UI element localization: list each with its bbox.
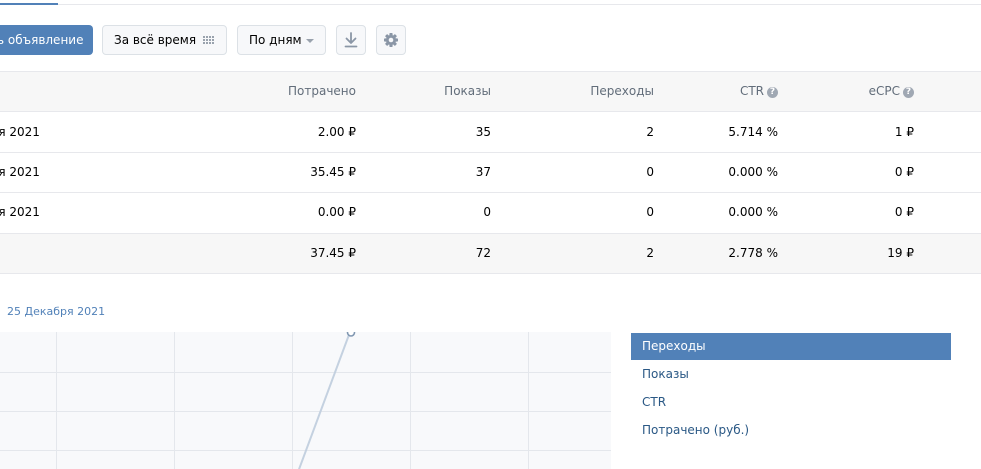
chart-plot	[298, 332, 356, 469]
tabs-divider	[0, 4, 981, 5]
row-date: абря 2021	[0, 205, 40, 219]
row-ctr: 0.000 %	[728, 165, 778, 179]
header-impressions[interactable]: Показы	[370, 84, 491, 98]
header-ecpc-label: eCPC	[868, 84, 900, 98]
row-ctr: 0.000 %	[728, 205, 778, 219]
header-ctr[interactable]: CTR?	[658, 84, 778, 98]
row-divider	[0, 152, 981, 153]
help-icon[interactable]: ?	[903, 87, 914, 98]
period-label: За всё время	[114, 33, 197, 47]
row-impressions: 37	[475, 165, 491, 179]
header-spent[interactable]: Потрачено	[236, 84, 356, 98]
row-clicks: 2	[646, 125, 654, 139]
total-ecpc: 19 ₽	[887, 246, 914, 260]
download-button[interactable]	[336, 25, 366, 55]
row-impressions: 0	[483, 205, 491, 219]
row-date: абря 2021	[0, 125, 40, 139]
create-ad-button[interactable]: ть объявление	[0, 25, 93, 55]
calendar-grid-icon	[203, 36, 215, 45]
chevron-down-icon	[306, 39, 314, 43]
metric-item-ctr[interactable]: CTR	[631, 389, 951, 416]
period-select[interactable]: За всё время	[102, 25, 227, 55]
row-ecpc: 0 ₽	[894, 205, 914, 219]
stats-chart[interactable]	[0, 332, 611, 469]
row-ecpc: 1 ₽	[894, 125, 914, 139]
row-ecpc: 0 ₽	[894, 165, 914, 179]
chart-hover-date: 25 Декабря 2021	[7, 305, 106, 318]
metric-item-clicks[interactable]: Переходы	[631, 333, 951, 360]
download-icon	[344, 32, 358, 48]
row-spent: 35.45 ₽	[310, 165, 356, 179]
grouping-select[interactable]: По дням	[237, 25, 326, 55]
settings-button[interactable]	[376, 25, 406, 55]
grouping-label: По дням	[249, 33, 302, 47]
series-point[interactable]	[346, 332, 356, 337]
total-spent: 37.45 ₽	[310, 246, 356, 260]
row-ctr: 5.714 %	[728, 125, 778, 139]
series-line	[298, 332, 351, 469]
help-icon[interactable]: ?	[767, 87, 778, 98]
header-clicks[interactable]: Переходы	[534, 84, 654, 98]
metric-item-impressions[interactable]: Показы	[631, 361, 951, 388]
row-divider	[0, 233, 981, 234]
row-spent: 2.00 ₽	[317, 125, 356, 139]
row-date: абря 2021	[0, 165, 40, 179]
active-tab-indicator	[0, 3, 58, 5]
total-impressions: 72	[475, 246, 491, 260]
row-divider	[0, 192, 981, 193]
header-ctr-label: CTR	[739, 84, 764, 98]
row-impressions: 35	[475, 125, 491, 139]
row-clicks: 0	[646, 165, 654, 179]
row-divider	[0, 273, 981, 274]
total-clicks: 2	[646, 246, 654, 260]
header-ecpc[interactable]: eCPC?	[792, 84, 914, 98]
metric-item-spent[interactable]: Потрачено (руб.)	[631, 417, 951, 444]
total-ctr: 2.778 %	[728, 246, 778, 260]
row-clicks: 0	[646, 205, 654, 219]
gear-icon	[384, 33, 398, 47]
row-spent: 0.00 ₽	[317, 205, 356, 219]
